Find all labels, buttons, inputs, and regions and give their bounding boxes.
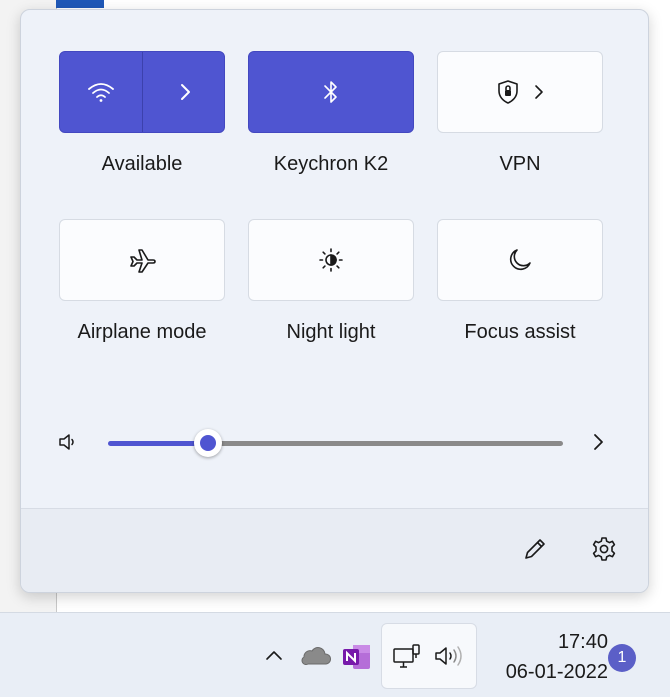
gear-icon[interactable] [590, 535, 618, 563]
taskbar-clock[interactable]: 17:40 06-01-2022 [478, 631, 608, 684]
quick-settings-panel: Available Keychron K2 VPN Airplane mode … [20, 9, 649, 593]
moon-icon [507, 247, 533, 273]
taskbar: 17:40 06-01-2022 1 [0, 612, 670, 697]
speaker-icon[interactable] [57, 431, 79, 453]
network-volume-tray-button[interactable] [381, 623, 477, 689]
bluetooth-tile[interactable] [248, 51, 414, 133]
onedrive-icon[interactable] [300, 644, 332, 666]
bluetooth-tile-label: Keychron K2 [273, 153, 389, 175]
wifi-tile [59, 51, 225, 133]
chevron-right-icon [534, 84, 544, 100]
brightness-icon [318, 247, 344, 273]
airplane-icon [128, 247, 156, 273]
chevron-up-icon[interactable] [264, 648, 284, 662]
pencil-icon[interactable] [521, 535, 549, 563]
network-icon [392, 643, 422, 671]
night-light-tile[interactable] [248, 219, 414, 301]
focus-assist-tile[interactable] [437, 219, 603, 301]
airplane-mode-tile[interactable] [59, 219, 225, 301]
vpn-tile-label: VPN [499, 153, 541, 175]
night-light-tile-label: Night light [286, 321, 376, 343]
shield-lock-icon [496, 79, 520, 105]
bluetooth-icon [322, 79, 340, 105]
airplane-mode-tile-label: Airplane mode [77, 321, 207, 343]
wifi-tile-label: Available [101, 153, 183, 175]
vpn-tile[interactable] [437, 51, 603, 133]
volume-slider-thumb-center [200, 435, 217, 451]
wifi-icon [87, 81, 115, 103]
volume-slider-fill[interactable] [108, 441, 209, 446]
notification-badge[interactable]: 1 [608, 644, 636, 672]
wifi-toggle-button[interactable] [60, 52, 142, 132]
volume-control [21, 415, 648, 465]
volume-slider-track[interactable] [208, 441, 563, 446]
speaker-icon [434, 644, 466, 668]
clock-date: 06-01-2022 [505, 661, 608, 683]
desktop-window-accent [56, 0, 104, 8]
volume-output-expand-button[interactable] [591, 431, 605, 453]
onenote-icon[interactable] [342, 644, 372, 670]
clock-time: 17:40 [557, 631, 608, 653]
volume-slider-thumb[interactable] [194, 429, 223, 457]
wifi-expand-button[interactable] [143, 52, 226, 132]
quick-settings-footer [21, 508, 648, 592]
chevron-right-icon [178, 82, 192, 102]
focus-assist-tile-label: Focus assist [464, 321, 576, 343]
